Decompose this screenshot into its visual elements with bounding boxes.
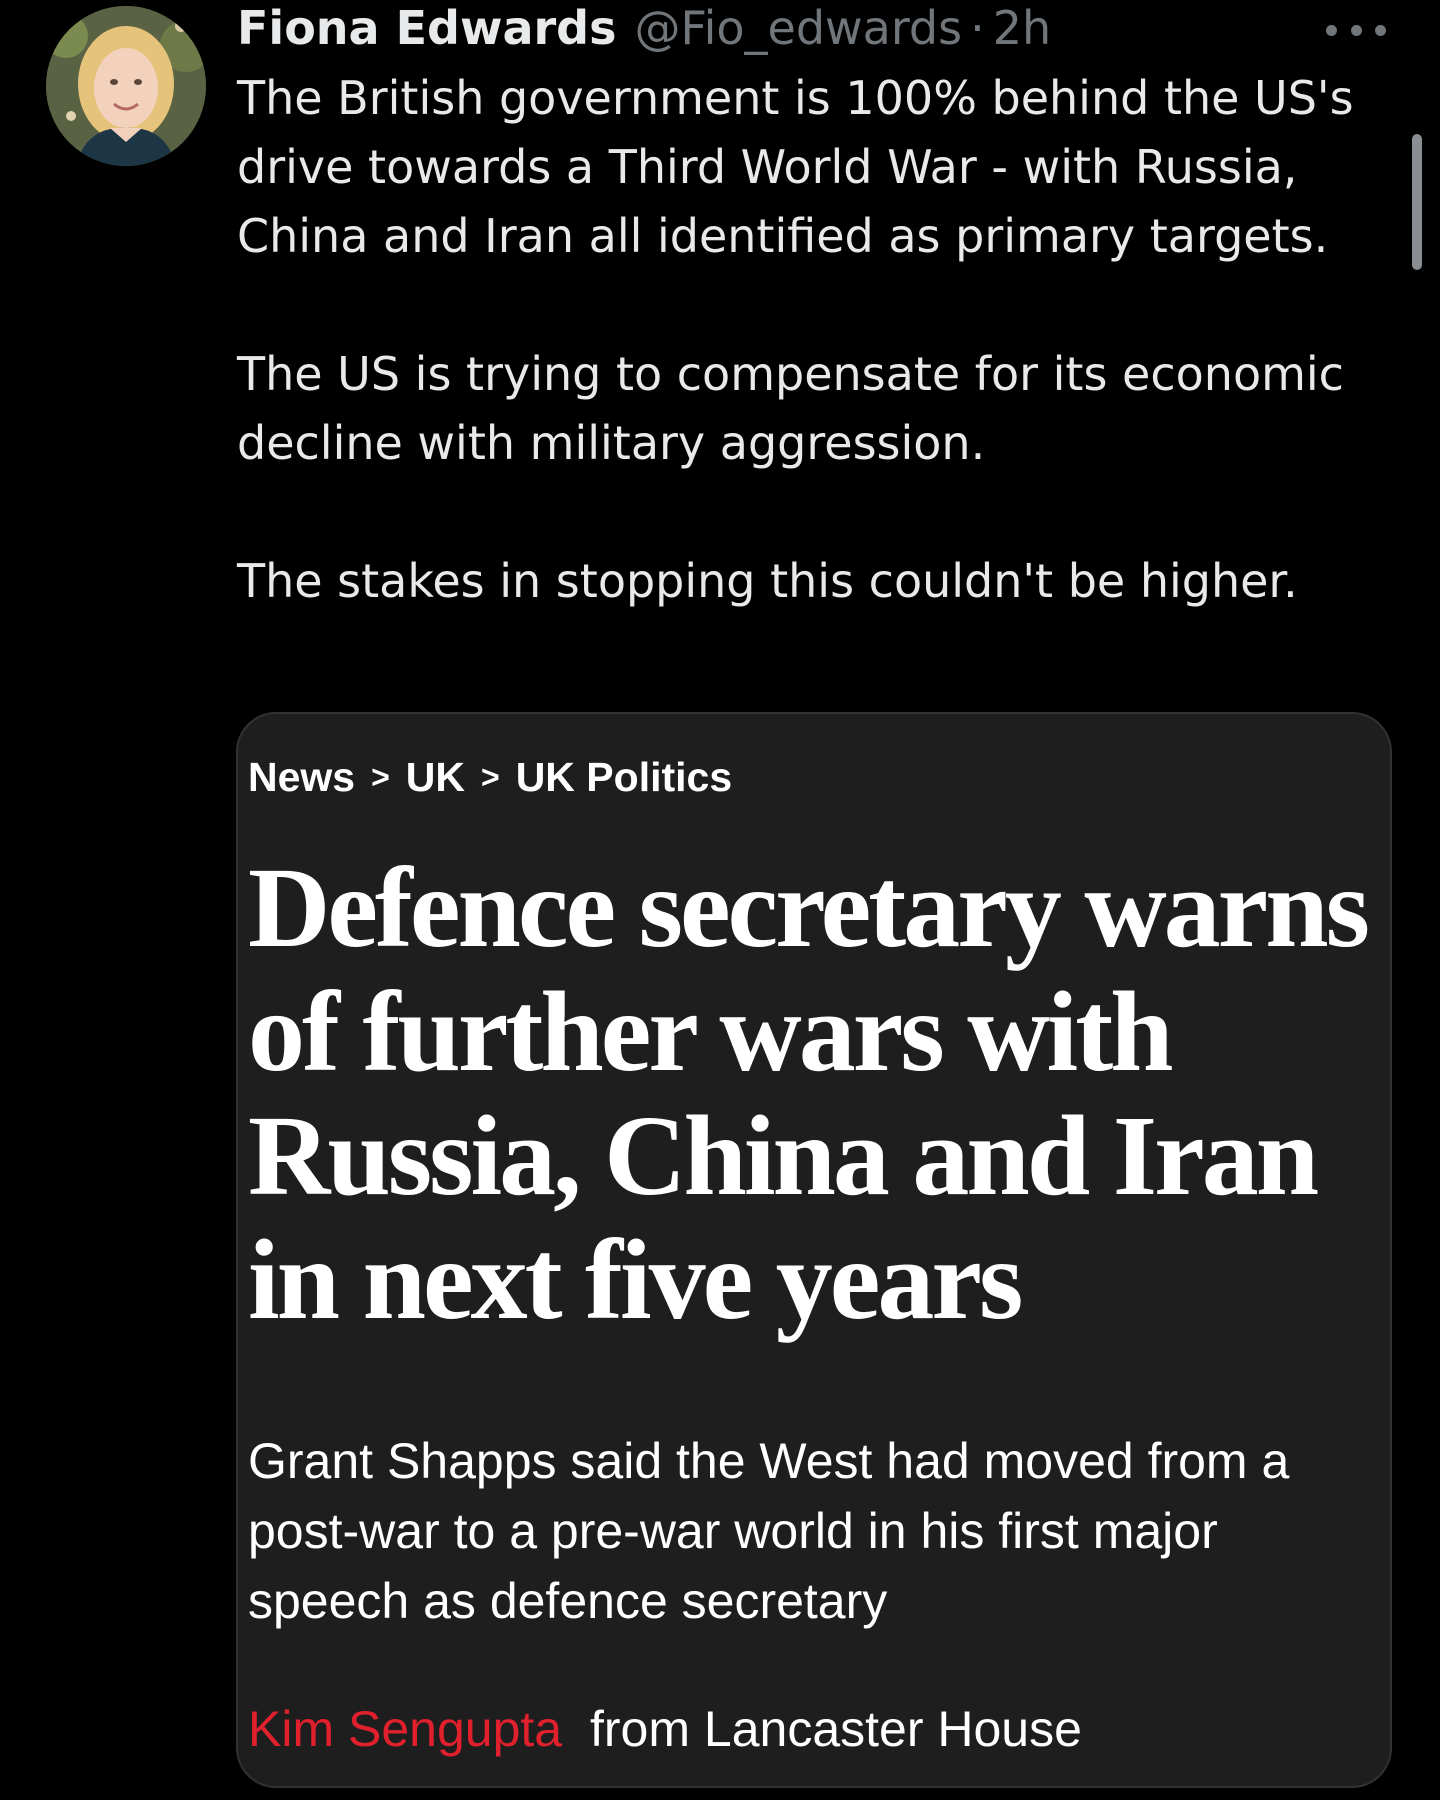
tweet-paragraph: The British government is 100% behind th…	[237, 71, 1369, 263]
breadcrumb-item-uk-politics: UK Politics	[515, 754, 733, 800]
more-dot	[1350, 24, 1362, 36]
tweet-paragraph: The US is trying to compensate for its e…	[237, 347, 1359, 470]
tweet[interactable]: Fiona Edwards @Fio_edwards · 2h The Brit…	[0, 0, 1440, 1800]
author-name: Kim Sengupta	[248, 1701, 563, 1757]
more-horizontal-icon[interactable]	[1326, 20, 1386, 40]
avatar-image	[46, 6, 206, 166]
more-dot	[1326, 24, 1337, 36]
article-image-card[interactable]: News > UK > UK Politics Defence secretar…	[236, 712, 1392, 1788]
article-headline: Defence secretary warns of further wars …	[248, 844, 1370, 1343]
separator-dot: ·	[970, 1, 985, 55]
user-handle[interactable]: @Fio_edwards	[634, 0, 962, 56]
display-name[interactable]: Fiona Edwards	[237, 0, 616, 56]
avatar[interactable]	[46, 6, 206, 166]
tweet-paragraph: The stakes in stopping this couldn't be …	[237, 554, 1298, 608]
article-subheadline: Grant Shapps said the West had moved fro…	[248, 1433, 1290, 1629]
byline-location: from Lancaster House	[590, 1701, 1082, 1757]
timestamp[interactable]: 2h	[993, 0, 1051, 56]
tweet-text: The British government is 100% behind th…	[237, 64, 1397, 616]
scrollbar[interactable]	[1412, 134, 1422, 270]
breadcrumb-separator: >	[481, 759, 500, 795]
breadcrumb-item-news: News	[248, 754, 356, 800]
more-dot	[1375, 24, 1386, 36]
tweet-header: Fiona Edwards @Fio_edwards · 2h	[237, 0, 1051, 56]
breadcrumb: News > UK > UK Politics	[248, 754, 732, 801]
breadcrumb-item-uk: UK	[405, 754, 466, 800]
breadcrumb-separator: >	[371, 759, 390, 795]
article-byline: Kim Sengupta from Lancaster House	[248, 1694, 1082, 1764]
